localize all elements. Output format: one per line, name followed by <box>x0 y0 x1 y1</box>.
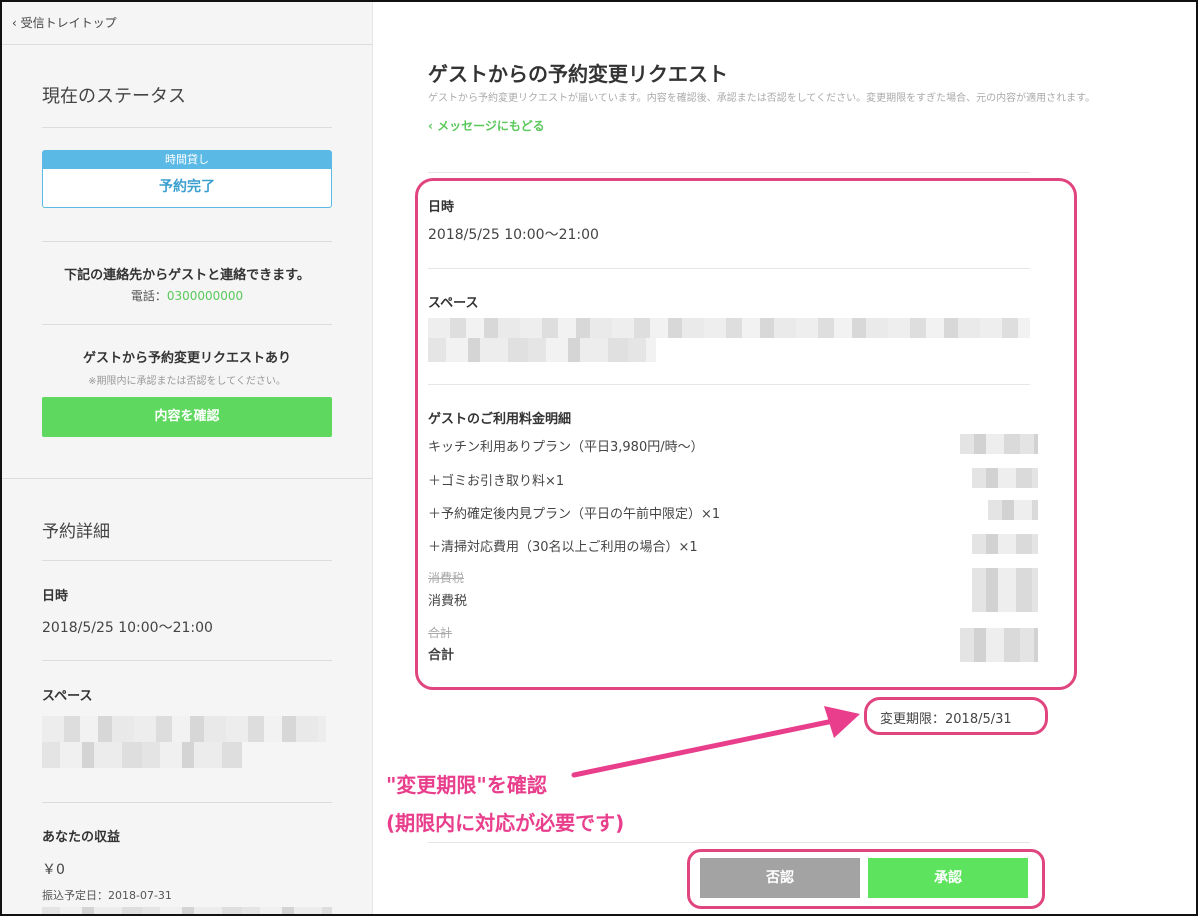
screenshot-frame: ‹ 受信トレイトップ 現在のステータス 時間貸し 予約完了 下記の連絡先からゲス… <box>0 0 1198 916</box>
divider <box>428 842 1030 843</box>
approve-button[interactable]: 承認 <box>868 858 1028 898</box>
annotation-arrow <box>571 706 860 778</box>
annotation-line-1: "変更期限"を確認 <box>386 773 547 797</box>
annotation-line-2: (期限内に対応が必要です) <box>386 811 625 835</box>
reject-button[interactable]: 否認 <box>700 858 860 898</box>
